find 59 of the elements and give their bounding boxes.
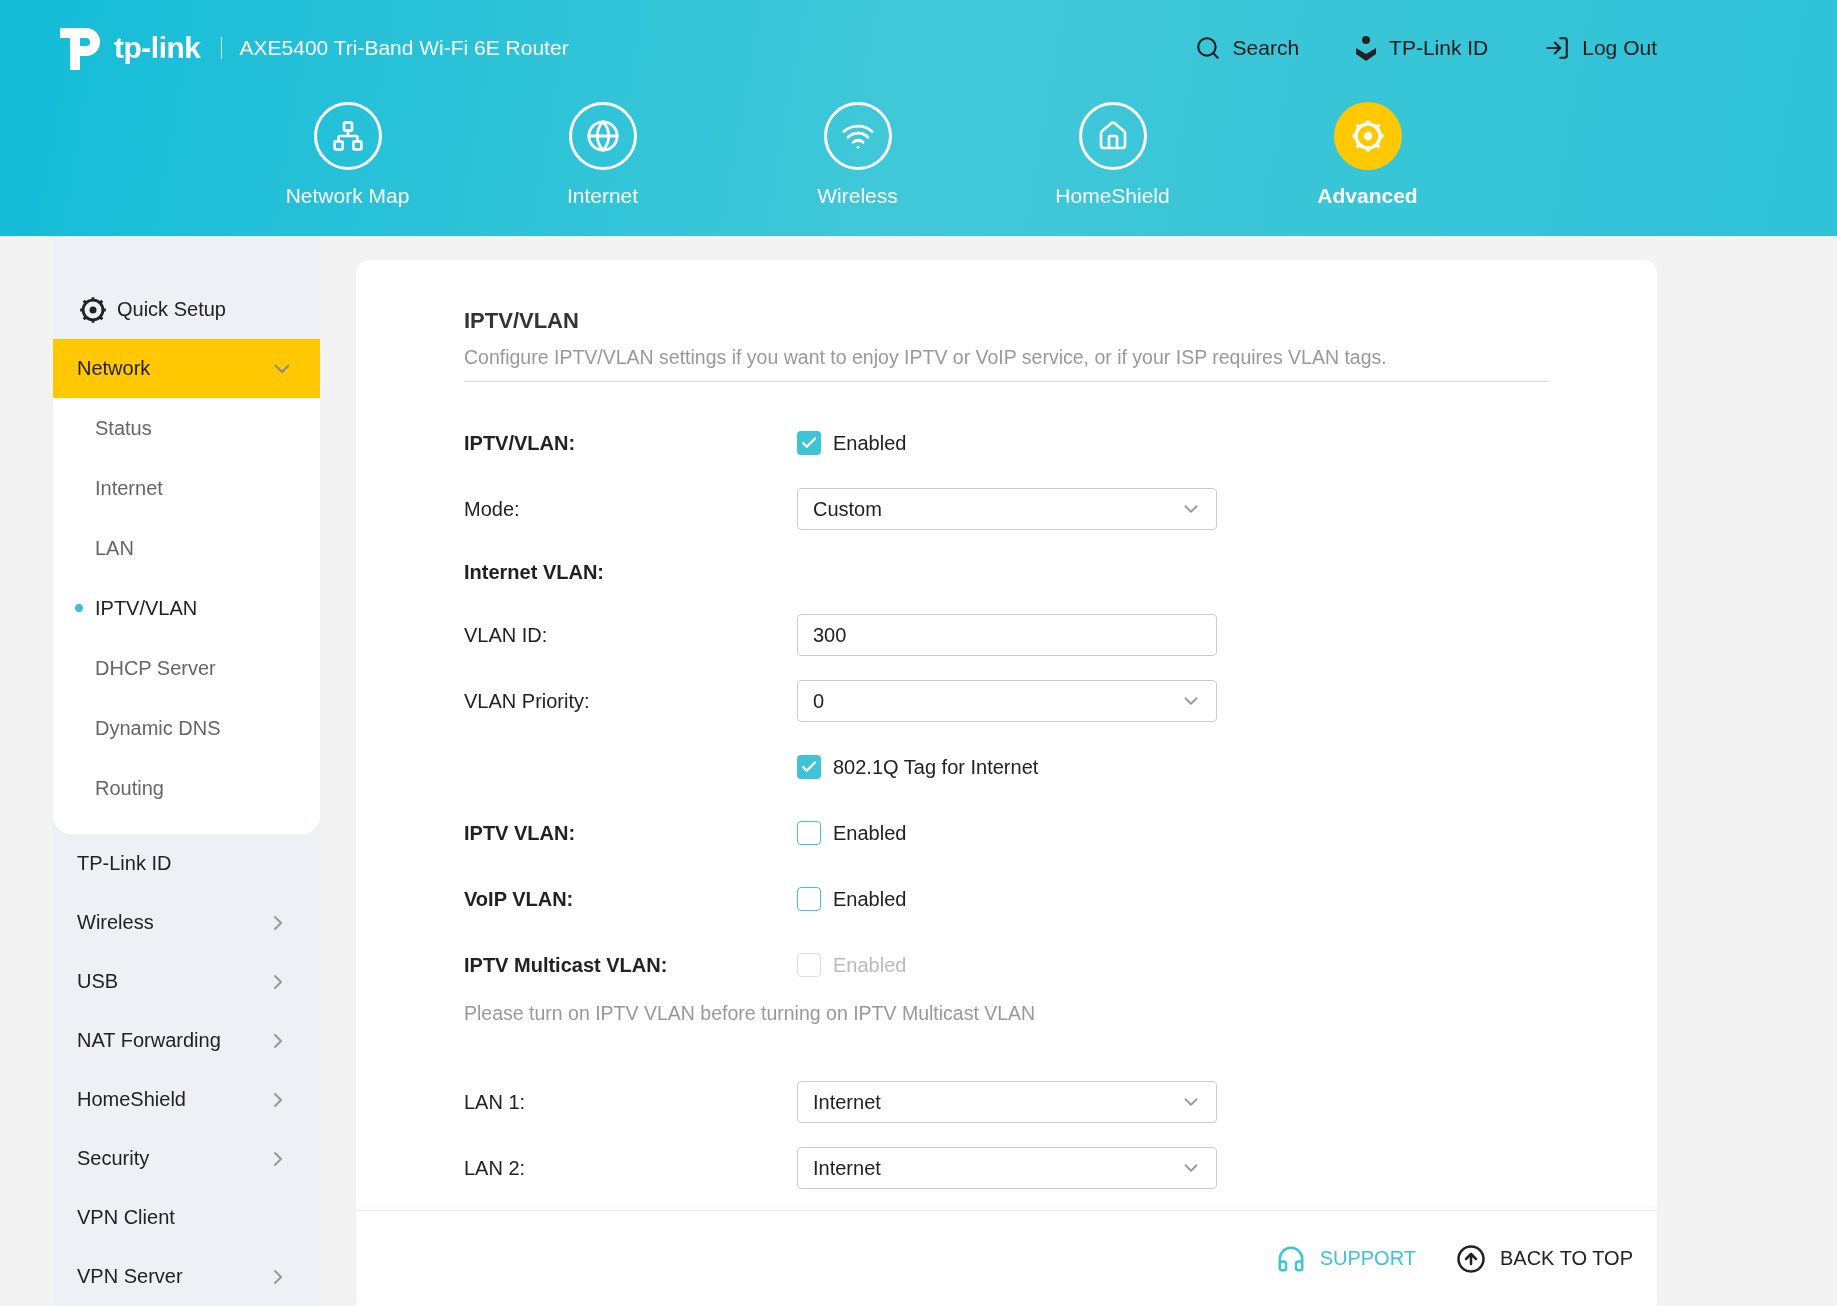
header-link[interactable]: Log Out [1544, 35, 1657, 61]
field-label: IPTV/VLAN: [464, 431, 577, 455]
arrow-up-circle-icon [1455, 1243, 1486, 1274]
logo-text: tp-link [114, 31, 201, 65]
field-label: Internet VLAN: [464, 560, 605, 584]
back-to-top-link[interactable]: BACK TO TOP [1455, 1243, 1633, 1274]
page-title: IPTV/VLAN [464, 308, 580, 334]
user-icon [1355, 35, 1378, 61]
sidebar-item[interactable]: VPN Client [53, 1188, 320, 1247]
sidebar-subitem[interactable]: LAN [53, 518, 320, 578]
checkbox-label: Enabled [833, 821, 907, 845]
sidebar-item[interactable]: USB [53, 952, 320, 1011]
product-name: AXE5400 Tri-Band Wi-Fi 6E Router [239, 36, 569, 60]
logout-icon [1544, 35, 1571, 61]
quick-setup-link[interactable]: Quick Setup [53, 280, 320, 339]
sidebar-subitem[interactable]: Routing [53, 758, 320, 818]
network-icon [331, 120, 364, 152]
sidebar-item[interactable]: Security [53, 1129, 320, 1188]
checkbox-label: Enabled [833, 953, 907, 977]
field-label: IPTV VLAN: [464, 821, 577, 845]
gear-icon [1350, 119, 1385, 153]
checkbox-label: Enabled [833, 431, 907, 455]
sidebar-subitem[interactable]: IPTV/VLAN [53, 578, 320, 638]
sidebar-item[interactable]: HomeShield [53, 1070, 320, 1129]
field-label: Mode: [464, 497, 521, 521]
dropdown[interactable]: Internet [797, 1147, 1217, 1189]
checkbox-label: Enabled [833, 887, 907, 911]
page-description: Configure IPTV/VLAN settings if you want to enjoy IPTV or VoIP service, or if your ISP requires VLAN tags. [464, 346, 1549, 382]
field-label: VLAN Priority: [464, 689, 591, 713]
dropdown[interactable]: Custom [797, 488, 1217, 530]
checkbox[interactable] [797, 755, 821, 779]
sidebar-item[interactable]: Network [53, 339, 320, 398]
field-label: VLAN ID: [464, 623, 549, 647]
sidebar-item[interactable]: VPN Server [53, 1247, 320, 1306]
sidebar-item[interactable]: NAT Forwarding [53, 1011, 320, 1070]
checkbox-label: 802.1Q Tag for Internet [833, 755, 1039, 779]
text-field[interactable]: 300 [797, 614, 1217, 656]
sidebar-subitem[interactable]: Dynamic DNS [53, 698, 320, 758]
dropdown[interactable]: 0 [797, 680, 1217, 722]
sidebar-item[interactable]: TP-Link ID [53, 834, 320, 893]
sidebar-subitem[interactable]: Status [53, 398, 320, 458]
checkbox[interactable] [797, 431, 821, 455]
field-label: VoIP VLAN: [464, 887, 575, 911]
header-link[interactable]: Search [1194, 35, 1300, 61]
header-link[interactable]: TP-Link ID [1355, 35, 1489, 61]
sidebar-subitem[interactable]: DHCP Server [53, 638, 320, 698]
checkbox[interactable] [797, 887, 821, 911]
field-label: LAN 1: [464, 1090, 527, 1114]
search-icon [1194, 35, 1221, 61]
checkbox[interactable] [797, 821, 821, 845]
sidebar-item[interactable]: Wireless [53, 893, 320, 952]
sidebar-subitem[interactable]: Internet [53, 458, 320, 518]
chevron-down-icon [274, 363, 290, 374]
field-label: LAN 2: [464, 1156, 527, 1180]
hint-text: Please turn on IPTV VLAN before turning on IPTV Multicast VLAN [464, 1002, 1037, 1025]
gear-icon [79, 295, 107, 324]
globe-icon [585, 119, 620, 153]
dropdown[interactable]: Internet [797, 1081, 1217, 1123]
field-label: IPTV Multicast VLAN: [464, 953, 669, 977]
